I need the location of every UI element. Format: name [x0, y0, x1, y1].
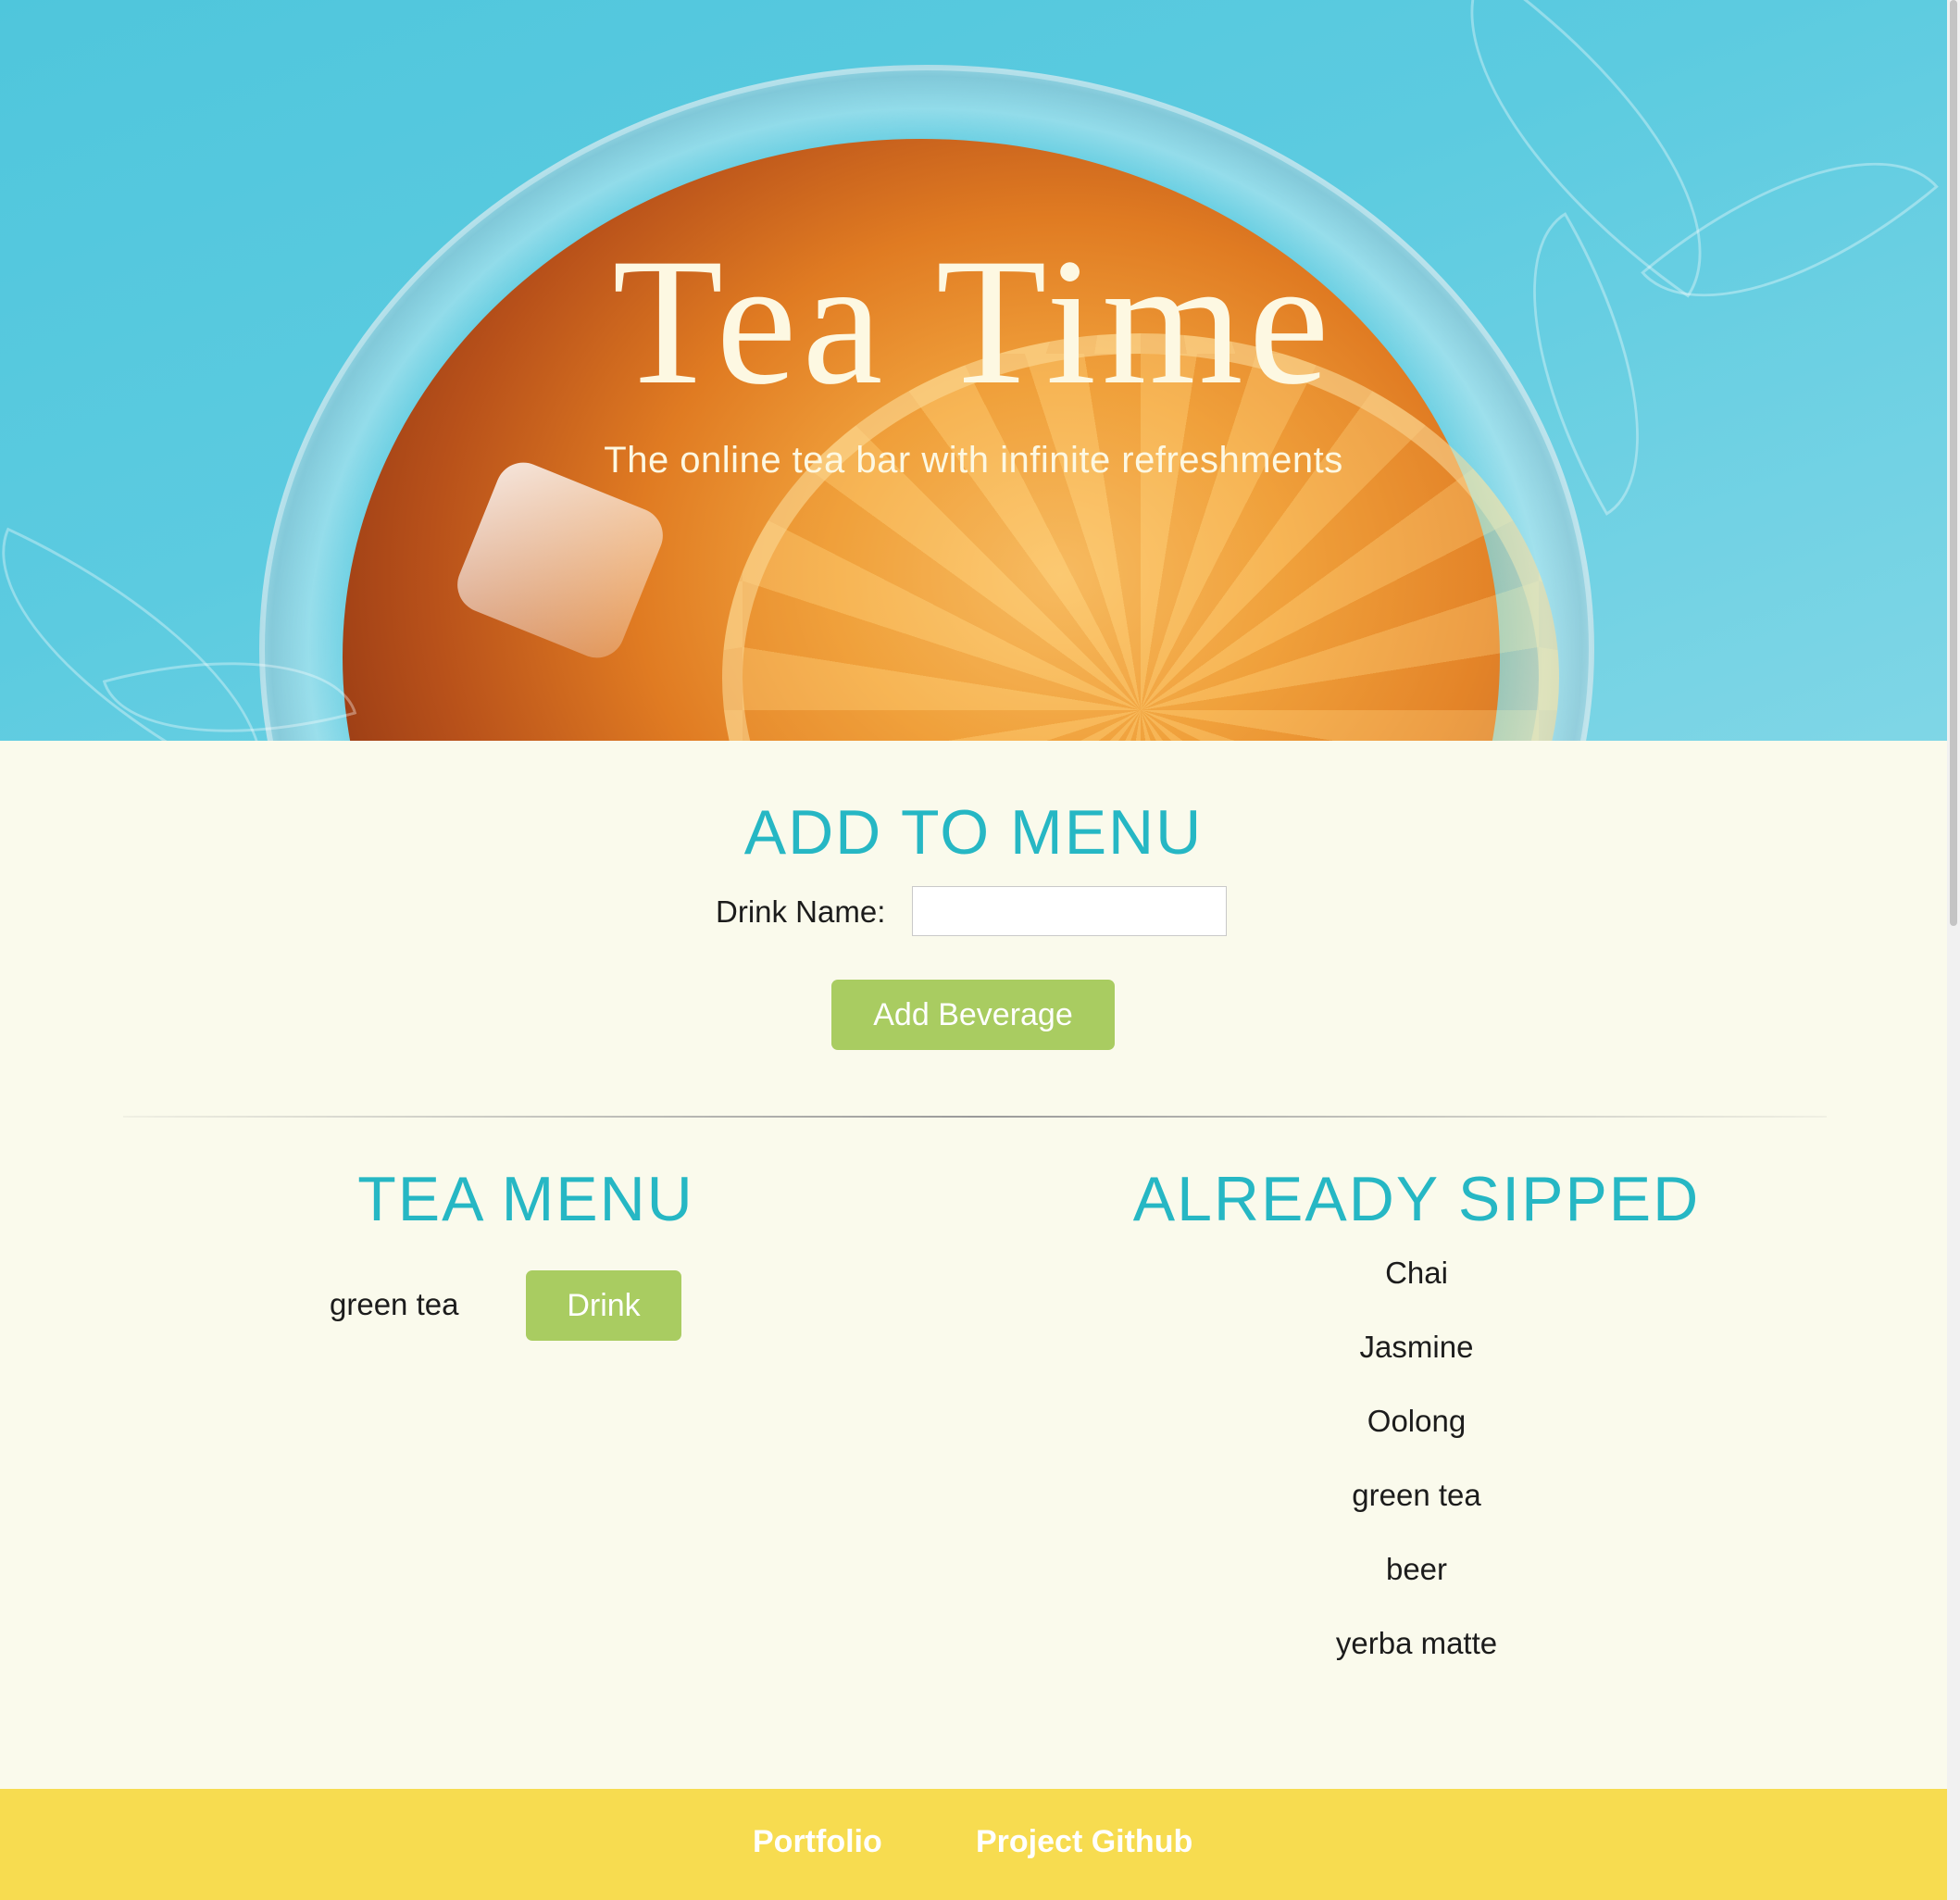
already-sipped-list: Chai Jasmine Oolong green tea beer yerba…: [1052, 1253, 1781, 1697]
drink-name-label: Drink Name:: [716, 894, 886, 929]
sipped-item: yerba matte: [1335, 1626, 1498, 1660]
portfolio-link[interactable]: Portfolio: [753, 1824, 882, 1860]
sipped-item: Chai: [1385, 1256, 1448, 1290]
page-scrollbar[interactable]: [1947, 0, 1960, 1900]
add-to-menu-heading: ADD TO MENU: [743, 797, 1204, 868]
site-title: Tea Time: [612, 221, 1335, 422]
site-subtitle: The online tea bar with infinite refresh…: [604, 440, 1343, 481]
drink-name-input[interactable]: [912, 886, 1227, 936]
tea-menu-heading: TEA MENU: [357, 1164, 694, 1234]
hero-banner: Tea Time The online tea bar with infinit…: [0, 0, 1947, 741]
already-sipped-heading: ALREADY SIPPED: [1132, 1164, 1701, 1234]
drink-button[interactable]: Drink: [526, 1270, 681, 1341]
section-divider: [123, 1116, 1827, 1118]
project-github-link[interactable]: Project Github: [976, 1824, 1192, 1860]
footer: Portfolio Project Github: [0, 1789, 1947, 1900]
add-beverage-button[interactable]: Add Beverage: [831, 980, 1115, 1050]
scrollbar-thumb[interactable]: [1950, 0, 1957, 926]
sipped-item: green tea: [1352, 1478, 1481, 1512]
sipped-item: beer: [1385, 1552, 1448, 1586]
sipped-item: Oolong: [1367, 1404, 1467, 1438]
tea-menu-item-label: green tea: [330, 1287, 459, 1321]
sipped-item: Jasmine: [1359, 1330, 1474, 1364]
